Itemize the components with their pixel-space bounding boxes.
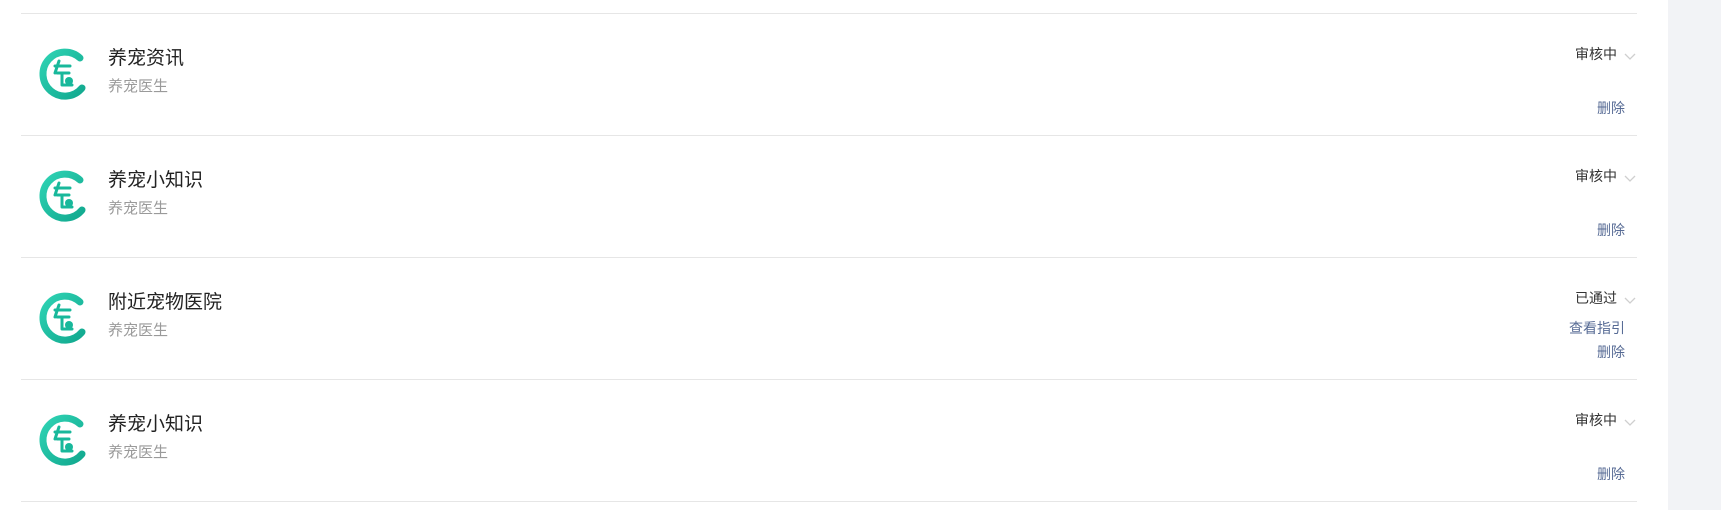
- status-dropdown[interactable]: 审核中: [1575, 45, 1637, 65]
- delete-link[interactable]: 删除: [1597, 463, 1625, 487]
- delete-link[interactable]: 删除: [1597, 219, 1625, 243]
- status-dropdown[interactable]: 审核中: [1575, 411, 1637, 431]
- delete-link[interactable]: 删除: [1569, 341, 1625, 365]
- pet-doctor-logo-icon: [36, 46, 92, 102]
- item-actions: 删除: [1597, 219, 1625, 243]
- list-item: 养宠小知识 养宠医生 审核中 删除: [21, 380, 1637, 502]
- item-subtitle: 养宠医生: [108, 199, 169, 217]
- chevron-down-icon: [1623, 292, 1637, 306]
- chevron-down-icon: [1623, 48, 1637, 62]
- item-title: 养宠资讯: [108, 47, 185, 69]
- status-label: 已通过: [1575, 291, 1617, 307]
- chevron-down-icon: [1623, 414, 1637, 428]
- chevron-down-icon: [1623, 170, 1637, 184]
- right-gutter: [1668, 0, 1721, 510]
- item-subtitle: 养宠医生: [108, 443, 169, 461]
- item-list: 养宠资讯 养宠医生 审核中 删除 养宠小知识 养宠医生 审核中 删除 附近宠物医…: [21, 0, 1637, 502]
- item-actions: 查看指引 删除: [1569, 317, 1625, 365]
- list-item: 养宠资讯 养宠医生 审核中 删除: [21, 14, 1637, 136]
- status-label: 审核中: [1575, 413, 1617, 429]
- status-dropdown[interactable]: 审核中: [1575, 167, 1637, 187]
- pet-doctor-logo-icon: [36, 412, 92, 468]
- item-title: 养宠小知识: [108, 169, 204, 191]
- item-actions: 删除: [1597, 97, 1625, 121]
- item-subtitle: 养宠医生: [108, 321, 169, 339]
- status-label: 审核中: [1575, 47, 1617, 63]
- pet-doctor-logo-icon: [36, 168, 92, 224]
- item-subtitle: 养宠医生: [108, 77, 169, 95]
- item-title: 养宠小知识: [108, 413, 204, 435]
- list-item: 养宠小知识 养宠医生 审核中 删除: [21, 136, 1637, 258]
- status-label: 审核中: [1575, 169, 1617, 185]
- item-actions: 删除: [1597, 463, 1625, 487]
- page: 养宠资讯 养宠医生 审核中 删除 养宠小知识 养宠医生 审核中 删除 附近宠物医…: [0, 0, 1721, 510]
- item-title: 附近宠物医院: [108, 291, 223, 313]
- view-guide-link[interactable]: 查看指引: [1569, 317, 1625, 341]
- pet-doctor-logo-icon: [36, 290, 92, 346]
- list-item: 附近宠物医院 养宠医生 已通过 查看指引 删除: [21, 258, 1637, 380]
- status-dropdown[interactable]: 已通过: [1575, 289, 1637, 309]
- delete-link[interactable]: 删除: [1597, 97, 1625, 121]
